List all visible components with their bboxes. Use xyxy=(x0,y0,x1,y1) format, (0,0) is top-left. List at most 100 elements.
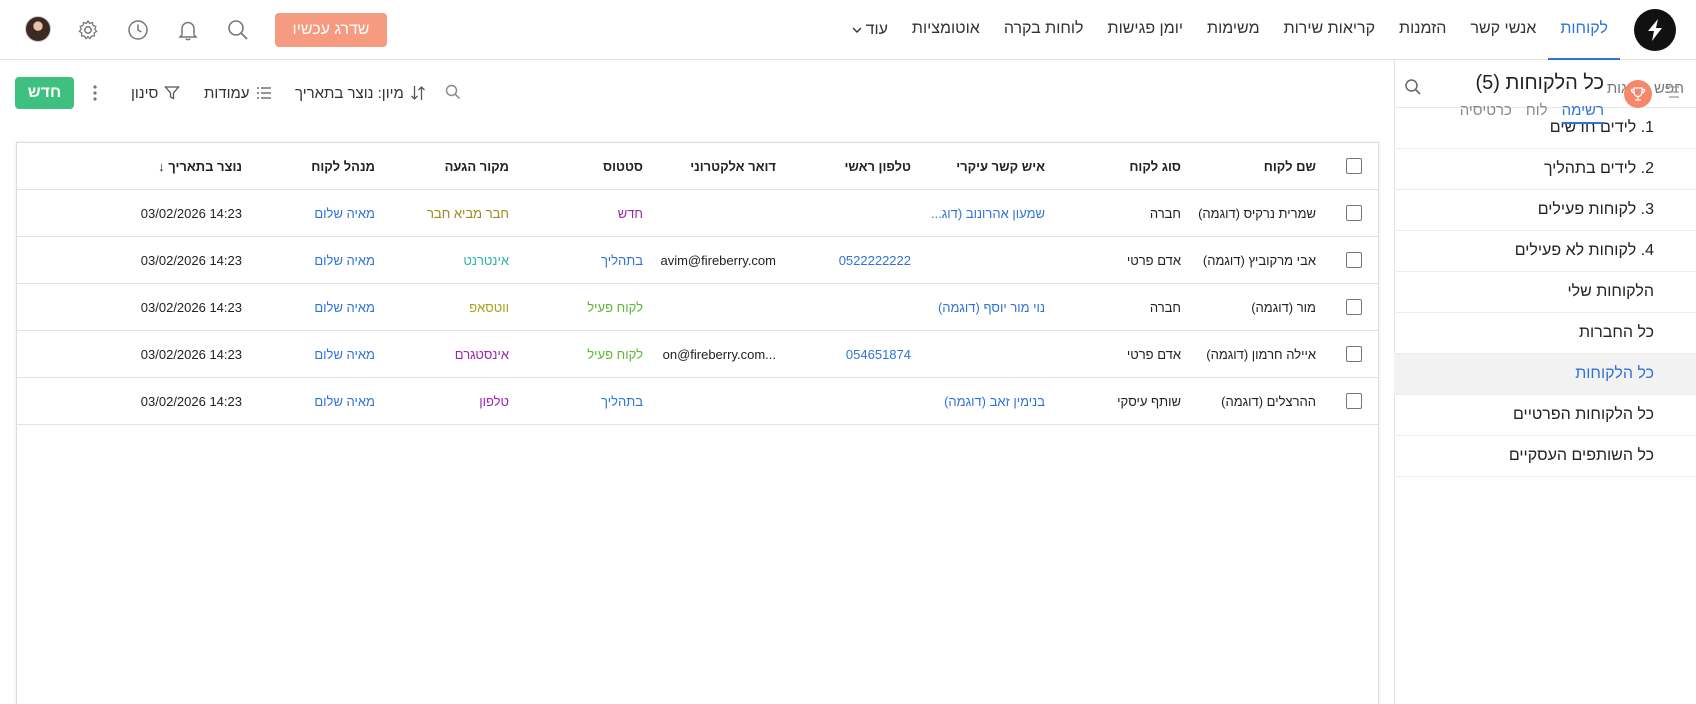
cell-created: 03/02/2026 14:23 xyxy=(140,299,242,315)
page-title: כל הלקוחות (5) xyxy=(1475,72,1604,94)
main-nav: לקוחות אנשי קשר הזמנות קריאות שירות משימ… xyxy=(840,0,1620,60)
cell-created: 03/02/2026 14:23 xyxy=(140,205,242,221)
cell-status: בתהליך xyxy=(601,252,643,268)
sort-label: מיון: נוצר בתאריך xyxy=(295,84,404,102)
row-checkbox[interactable] xyxy=(1346,252,1362,268)
cell-name[interactable]: שמרית נרקיס (דוגמה) xyxy=(1198,190,1316,236)
list-search-button[interactable] xyxy=(445,84,461,105)
table-row[interactable]: מור (דוגמה) חברה נוי מור יוסף (דוגמה) לק… xyxy=(17,284,1378,331)
history-button[interactable] xyxy=(124,16,152,44)
view-item-leads-in-progress[interactable]: 2. לידים בתהליך xyxy=(1394,149,1696,190)
top-bar: לקוחות אנשי קשר הזמנות קריאות שירות משימ… xyxy=(0,0,1696,60)
view-mode-tabs: רשימה לוח כרטיסיה xyxy=(1460,102,1604,124)
more-actions-button[interactable] xyxy=(88,83,102,103)
row-checkbox[interactable] xyxy=(1346,205,1362,221)
views-list: 1. לידים חדשים 2. לידים בתהליך 3. לקוחות… xyxy=(1394,108,1696,477)
select-all-checkbox[interactable] xyxy=(1346,158,1362,174)
column-header-created[interactable]: נוצר בתאריך ↓ xyxy=(158,143,242,189)
trophy-badge[interactable] xyxy=(1624,80,1652,108)
view-item-all-private-customers[interactable]: כל הלקוחות הפרטיים xyxy=(1394,395,1696,436)
cell-manager[interactable]: מאיה שלום xyxy=(314,284,375,330)
cell-phone[interactable]: 054651874 xyxy=(846,331,911,377)
cell-source: אינסטגרם xyxy=(454,346,509,362)
cell-created: 03/02/2026 14:23 xyxy=(140,346,242,362)
cell-type: חברה xyxy=(1149,205,1181,221)
cell-email[interactable]: ...on@fireberry.com xyxy=(663,331,776,377)
sidebar-toggle[interactable] xyxy=(1665,85,1679,103)
cell-contact[interactable]: נוי מור יוסף (דוגמה) xyxy=(938,284,1045,330)
cell-manager[interactable]: מאיה שלום xyxy=(314,190,375,236)
upgrade-button[interactable]: שדרג עכשיו xyxy=(275,13,387,47)
columns-button[interactable]: עמודות xyxy=(204,81,272,105)
cell-manager[interactable]: מאיה שלום xyxy=(314,331,375,377)
table-row[interactable]: איילה חרמון (דוגמה) אדם פרטי 054651874 .… xyxy=(17,331,1378,378)
tab-board[interactable]: לוח xyxy=(1526,102,1548,124)
global-search-button[interactable] xyxy=(224,16,252,44)
search-icon xyxy=(1405,79,1421,95)
table-row[interactable]: שמרית נרקיס (דוגמה) חברה שמעון אהרונוב (… xyxy=(17,190,1378,237)
cell-name[interactable]: מור (דוגמה) xyxy=(1251,284,1316,330)
cell-name[interactable]: איילה חרמון (דוגמה) xyxy=(1206,331,1316,377)
cell-phone[interactable]: 0522222222 xyxy=(839,237,911,283)
view-item-inactive-customers[interactable]: 4. לקוחות לא פעילים xyxy=(1394,231,1696,272)
column-header-email[interactable]: דואר אלקטרוני xyxy=(690,143,776,189)
cell-source: אינטרנט xyxy=(463,252,509,268)
row-checkbox[interactable] xyxy=(1346,393,1362,409)
settings-button[interactable] xyxy=(74,16,102,44)
cell-contact[interactable]: בנימין זאב (דוגמה) xyxy=(944,378,1045,424)
nav-item-dashboards[interactable]: לוחות בקרה xyxy=(992,0,1096,60)
nav-item-automations[interactable]: אוטומציות xyxy=(900,0,992,60)
cell-name[interactable]: אבי מרקוביץ (דוגמה) xyxy=(1203,237,1316,283)
nav-item-meetings[interactable]: יומן פגישות xyxy=(1096,0,1195,60)
column-header-manager[interactable]: מנהל לקוח xyxy=(311,143,375,189)
cell-name[interactable]: ההרצלים (דוגמה) xyxy=(1221,378,1316,424)
fireberry-logo[interactable] xyxy=(1634,9,1676,51)
cell-source: חבר מביא חבר xyxy=(426,205,509,221)
table-row[interactable]: ההרצלים (דוגמה) שותף עיסקי בנימין זאב (ד… xyxy=(17,378,1378,425)
nav-item-contacts[interactable]: אנשי קשר xyxy=(1458,0,1548,60)
cell-contact[interactable]: שמעון אהרונוב (דוג... xyxy=(931,190,1045,236)
user-avatar[interactable] xyxy=(25,16,51,42)
gear-icon xyxy=(78,19,98,40)
nav-item-tasks[interactable]: משימות xyxy=(1195,0,1272,60)
filter-label: סינון xyxy=(131,84,159,102)
column-header-source[interactable]: מקור הגעה xyxy=(445,143,509,189)
view-item-all-business-partners[interactable]: כל השותפים העסקיים xyxy=(1394,436,1696,477)
cell-status: לקוח פעיל xyxy=(587,299,643,315)
cell-source: ווטסאפ xyxy=(469,299,509,315)
cell-type: אדם פרטי xyxy=(1126,346,1181,362)
clock-icon xyxy=(128,20,148,40)
logo-icon xyxy=(1648,19,1662,41)
column-header-type[interactable]: סוג לקוח xyxy=(1129,143,1181,189)
search-icon xyxy=(445,84,461,100)
columns-label: עמודות xyxy=(204,84,250,102)
nav-item-service-calls[interactable]: קריאות שירות xyxy=(1272,0,1387,60)
cell-created: 03/02/2026 14:23 xyxy=(140,252,242,268)
column-header-contact[interactable]: איש קשר עיקרי xyxy=(956,143,1045,189)
column-header-status[interactable]: סטטוס xyxy=(603,143,643,189)
view-item-active-customers[interactable]: 3. לקוחות פעילים xyxy=(1394,190,1696,231)
row-checkbox[interactable] xyxy=(1346,346,1362,362)
cell-source: טלפון xyxy=(479,393,509,409)
cell-manager[interactable]: מאיה שלום xyxy=(314,237,375,283)
table-row[interactable]: אבי מרקוביץ (דוגמה) אדם פרטי 0522222222 … xyxy=(17,237,1378,284)
cell-email[interactable]: avim@fireberry.com xyxy=(660,237,776,283)
filter-button[interactable]: סינון xyxy=(131,81,181,105)
new-record-button[interactable]: חדש xyxy=(15,77,74,109)
view-item-my-customers[interactable]: הלקוחות שלי xyxy=(1394,272,1696,313)
nav-item-accounts[interactable]: לקוחות xyxy=(1548,0,1620,60)
tab-cards[interactable]: כרטיסיה xyxy=(1460,102,1512,124)
tab-list[interactable]: רשימה xyxy=(1561,102,1604,124)
row-checkbox[interactable] xyxy=(1346,299,1362,315)
view-item-all-companies[interactable]: כל החברות xyxy=(1394,313,1696,354)
notifications-button[interactable] xyxy=(174,16,202,44)
cell-type: אדם פרטי xyxy=(1126,252,1181,268)
nav-item-orders[interactable]: הזמנות xyxy=(1387,0,1458,60)
column-header-name[interactable]: שם לקוח xyxy=(1264,143,1316,189)
sort-button[interactable]: מיון: נוצר בתאריך xyxy=(295,81,426,105)
view-item-all-customers[interactable]: כל הלקוחות xyxy=(1394,354,1696,395)
nav-item-more[interactable]: עוד xyxy=(840,0,900,60)
more-vertical-icon xyxy=(93,85,97,101)
cell-manager[interactable]: מאיה שלום xyxy=(314,378,375,424)
column-header-phone[interactable]: טלפון ראשי xyxy=(844,143,911,189)
